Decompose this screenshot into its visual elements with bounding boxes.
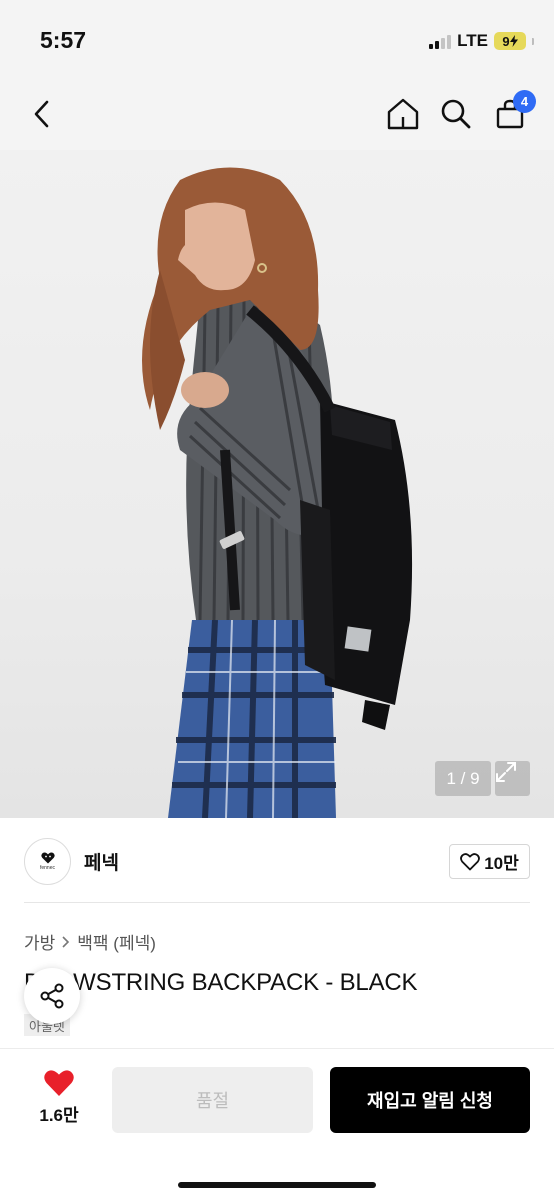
- search-button[interactable]: [434, 92, 478, 136]
- top-nav-bar: 4: [0, 80, 554, 150]
- home-icon: [387, 98, 419, 130]
- bottom-action-bar: 1.6만 품절 재입고 알림 신청: [0, 1048, 554, 1200]
- product-title: DRAWSTRING BACKPACK - BLACK: [24, 969, 418, 996]
- chevron-left-icon: [34, 100, 49, 128]
- divider: [24, 902, 530, 903]
- status-time: 5:57: [40, 27, 87, 53]
- image-counter: 1 / 9: [435, 761, 491, 796]
- product-like-button[interactable]: 1.6만: [28, 1069, 90, 1135]
- network-label: LTE: [457, 31, 488, 50]
- battery-level: 9: [502, 33, 510, 49]
- chevron-right-icon: [62, 935, 70, 948]
- status-bar: 5:57 LTE 9: [0, 0, 554, 80]
- home-button[interactable]: [381, 92, 425, 136]
- heart-filled-icon: [44, 1070, 74, 1096]
- heart-outline-icon: [460, 852, 481, 870]
- brand-name[interactable]: 페넥: [84, 848, 119, 875]
- brand-logo-text: fennec: [39, 865, 55, 871]
- cart-count-badge: 4: [513, 90, 536, 113]
- battery-icon: 9: [494, 32, 526, 50]
- back-button[interactable]: [20, 92, 64, 136]
- signal-icon: [429, 33, 452, 49]
- product-image-gallery[interactable]: 1 / 9: [0, 150, 554, 818]
- fullscreen-button[interactable]: [495, 761, 530, 796]
- search-icon: [441, 99, 471, 129]
- brand-row: fennec 페넥 10만: [0, 818, 554, 904]
- cart-button[interactable]: 4: [488, 90, 536, 136]
- breadcrumb-subcategory[interactable]: 백팩 (페넥): [77, 929, 156, 954]
- product-photo: [142, 167, 413, 818]
- share-button[interactable]: [24, 968, 80, 1024]
- brand-logo[interactable]: fennec: [24, 838, 71, 885]
- brand-heart-logo-icon: [40, 852, 55, 864]
- product-like-count: 1.6만: [39, 1106, 79, 1125]
- home-indicator: [178, 1182, 376, 1188]
- breadcrumb-category[interactable]: 가방: [24, 929, 55, 954]
- expand-icon: [496, 762, 516, 782]
- charging-bolt-icon: [509, 35, 518, 47]
- soldout-button: 품절: [112, 1067, 313, 1133]
- brand-like-button[interactable]: 10만: [449, 844, 530, 879]
- status-indicators: LTE 9: [429, 30, 534, 52]
- battery-tip: [532, 37, 534, 45]
- share-icon: [40, 983, 64, 1009]
- restock-alert-button[interactable]: 재입고 알림 신청: [330, 1067, 530, 1133]
- breadcrumb: 가방 백팩 (페넥): [24, 929, 156, 954]
- brand-like-count: 10만: [484, 854, 519, 873]
